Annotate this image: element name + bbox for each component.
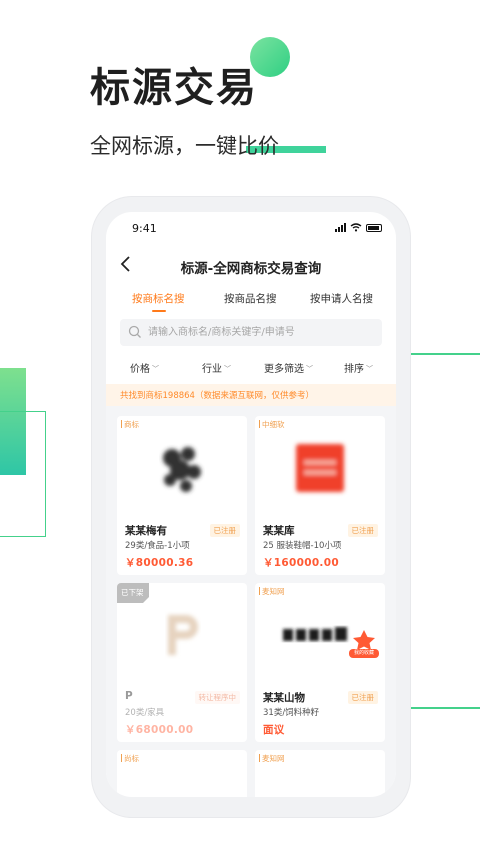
filter-more[interactable]: 更多筛选 ﹀	[264, 360, 313, 375]
cellular-signal-icon	[335, 223, 346, 232]
card-category: 29类/食品-1小项	[125, 541, 190, 551]
status-badge: 已注册	[347, 524, 378, 537]
trademark-card[interactable]: 麦知网 我的收藏 某某山物 已注册 31类/饲料种籽 面议	[255, 583, 385, 742]
wifi-icon	[350, 223, 362, 232]
trademark-logo-image	[168, 615, 198, 655]
offline-label: 已下架	[121, 588, 144, 597]
nav-bar: 标源-全网商标交易查询	[106, 248, 396, 282]
status-badge: 已注册	[347, 691, 378, 704]
card-category: 25 服装鞋帽-10小项	[263, 541, 342, 551]
trademark-logo-image	[163, 447, 201, 492]
card-category: 20类/家具	[125, 708, 165, 718]
search-mode-tabs: 按商标名搜 按商品名搜 按申请人名搜	[106, 286, 396, 314]
trademark-card[interactable]: 尚标	[117, 750, 247, 797]
card-source: 尚标	[121, 753, 139, 764]
status-badge: 已注册	[209, 524, 240, 537]
decor-right-line-bottom	[410, 707, 480, 709]
card-source: 商标	[121, 419, 139, 430]
tab-by-product-name[interactable]: 按商品名搜	[224, 291, 277, 306]
filter-sort[interactable]: 排序 ﹀	[344, 360, 373, 375]
search-box	[120, 319, 382, 346]
tab-by-applicant-name[interactable]: 按申请人名搜	[310, 291, 373, 306]
result-count-text: 共找到商标198864（数据来源互联网，仅供参考）	[120, 391, 314, 401]
chevron-down-icon: ﹀	[366, 365, 373, 373]
decor-right-line-top	[410, 353, 480, 355]
star-icon	[353, 630, 375, 650]
card-price: ￥160000.00	[263, 557, 339, 569]
trademark-card[interactable]: 商标 某某梅有 已注册 29类/食品-1小项 ￥80000.36	[117, 416, 247, 575]
filter-bar: 价格 ﹀ 行业 ﹀ 更多筛选 ﹀ 排序 ﹀	[106, 356, 396, 380]
trademark-card[interactable]: 已下架 P 转让程序中 20类/家具 ￥68000.00	[117, 583, 247, 742]
card-trademark-name: 某某库	[263, 525, 295, 537]
search-input[interactable]	[148, 323, 376, 342]
result-count-banner: 共找到商标198864（数据来源互联网，仅供参考）	[106, 384, 396, 406]
filter-price[interactable]: 价格 ﹀	[130, 360, 159, 375]
status-badge: 转让程序中	[194, 691, 240, 704]
page-title: 标源-全网商标交易查询	[180, 261, 322, 277]
phone-screen: 9:41 标源-全网商标交易查询 按商标名搜 按商品名搜 按申请人名搜 价格﹀ …	[106, 212, 396, 797]
chevron-down-icon: ﹀	[306, 365, 313, 373]
decor-left-outline	[0, 411, 46, 537]
card-trademark-name: 某某梅有	[125, 525, 167, 537]
card-price: ￥80000.36	[125, 557, 194, 569]
card-trademark-name: P	[125, 690, 133, 702]
trademark-logo-image	[283, 627, 347, 641]
status-bar: 9:41	[106, 212, 396, 244]
card-category: 31类/饲料种籽	[263, 708, 320, 718]
trademark-card[interactable]: 中细软 某某库 已注册 25 服装鞋帽-10小项 ￥160000.00	[255, 416, 385, 575]
card-source: 麦知网	[259, 586, 285, 597]
chevron-down-icon: ﹀	[224, 365, 231, 373]
active-tab-indicator	[152, 310, 166, 312]
chevron-down-icon: ﹀	[152, 365, 159, 373]
search-icon	[128, 325, 141, 338]
status-time: 9:41	[132, 222, 157, 235]
battery-icon	[366, 223, 382, 232]
filter-industry[interactable]: 行业 ﹀	[202, 360, 231, 375]
card-price: 面议	[263, 724, 285, 736]
trademark-logo-image	[296, 444, 344, 492]
hero-title: 标源交易	[90, 65, 258, 111]
trademark-card[interactable]: 麦知网	[255, 750, 385, 797]
card-price: ￥68000.00	[125, 724, 194, 736]
my-favorite-button[interactable]: 我的收藏	[349, 629, 379, 661]
tab-by-trademark-name[interactable]: 按商标名搜	[132, 291, 185, 306]
card-source: 麦知网	[259, 753, 285, 764]
card-trademark-name: 某某山物	[263, 692, 305, 704]
trademark-grid: 商标 某某梅有 已注册 29类/食品-1小项 ￥80000.36 中细软 某某库…	[106, 406, 396, 797]
favorite-label: 我的收藏	[349, 649, 379, 658]
hero-subtitle: 全网标源，一键比价	[90, 134, 279, 158]
card-source: 中细软	[259, 419, 285, 430]
